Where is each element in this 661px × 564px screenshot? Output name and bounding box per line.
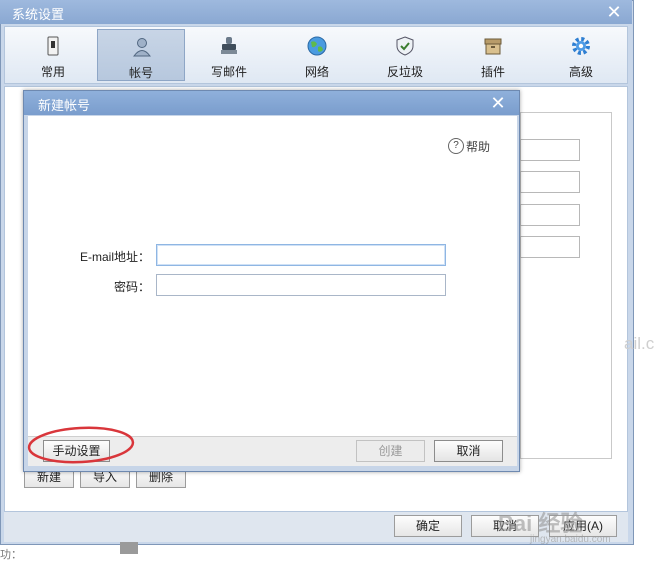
tab-advanced-label: 高级: [568, 65, 593, 79]
baidu-watermark: Bai 经验 jingyan.baidu.com: [470, 486, 660, 556]
tab-antispam[interactable]: 反垃圾: [361, 29, 449, 81]
account-details-group: [520, 112, 612, 459]
email-label: E-mail地址：: [79, 250, 150, 264]
settings-close-icon[interactable]: ✕: [604, 2, 624, 22]
box-icon: [484, 38, 502, 55]
background-email-text: ail.c: [624, 334, 655, 353]
account-field-1[interactable]: [520, 139, 580, 161]
tab-plugins[interactable]: 插件: [449, 29, 537, 81]
tab-compose[interactable]: 写邮件: [185, 29, 273, 81]
left-pane-badge: [120, 542, 138, 554]
tab-network[interactable]: 网络: [273, 29, 361, 81]
tab-account-label: 帐号: [128, 66, 153, 80]
globe-icon: [307, 36, 327, 56]
ok-button[interactable]: 确定: [394, 515, 462, 537]
password-label: 密码：: [113, 280, 150, 294]
settings-toolbar: 常用 帐号 写邮件 网络 反垃圾 插件 高级: [4, 26, 628, 84]
stamp-icon: [221, 37, 237, 54]
tab-plugins-label: 插件: [480, 65, 505, 79]
account-field-4[interactable]: [520, 236, 580, 258]
tab-network-label: 网络: [304, 65, 329, 79]
highlight-circle: [27, 426, 135, 464]
dialog-cancel-button[interactable]: 取消: [434, 440, 503, 462]
user-icon: [133, 38, 151, 57]
dialog-close-icon[interactable]: ✕: [488, 93, 508, 113]
dialog-title: 新建帐号: [38, 98, 91, 113]
help-label: 帮助: [466, 140, 491, 154]
tab-compose-label: 写邮件: [210, 65, 247, 79]
password-field[interactable]: [156, 274, 446, 296]
settings-window-title: 系统设置: [12, 7, 65, 22]
tab-antispam-label: 反垃圾: [386, 65, 423, 79]
account-field-2[interactable]: [520, 171, 580, 193]
settings-title-bar[interactable]: [0, 0, 632, 24]
tab-account[interactable]: 帐号: [97, 29, 185, 81]
tab-advanced[interactable]: 高级: [537, 29, 625, 81]
account-field-3[interactable]: [520, 204, 580, 226]
gear-icon: [572, 37, 590, 55]
email-field[interactable]: [156, 244, 446, 266]
watermark-sub: jingyan.baidu.com: [530, 534, 611, 545]
create-button[interactable]: 创建: [356, 440, 425, 462]
dialog-title-bar[interactable]: [24, 91, 519, 115]
tab-general[interactable]: 常用: [9, 29, 97, 81]
left-pane-text: 功：: [0, 549, 22, 561]
help-icon: ?: [448, 138, 464, 154]
tab-general-label: 常用: [40, 65, 65, 79]
phone-icon: [47, 36, 59, 56]
shield-icon: [396, 36, 414, 56]
